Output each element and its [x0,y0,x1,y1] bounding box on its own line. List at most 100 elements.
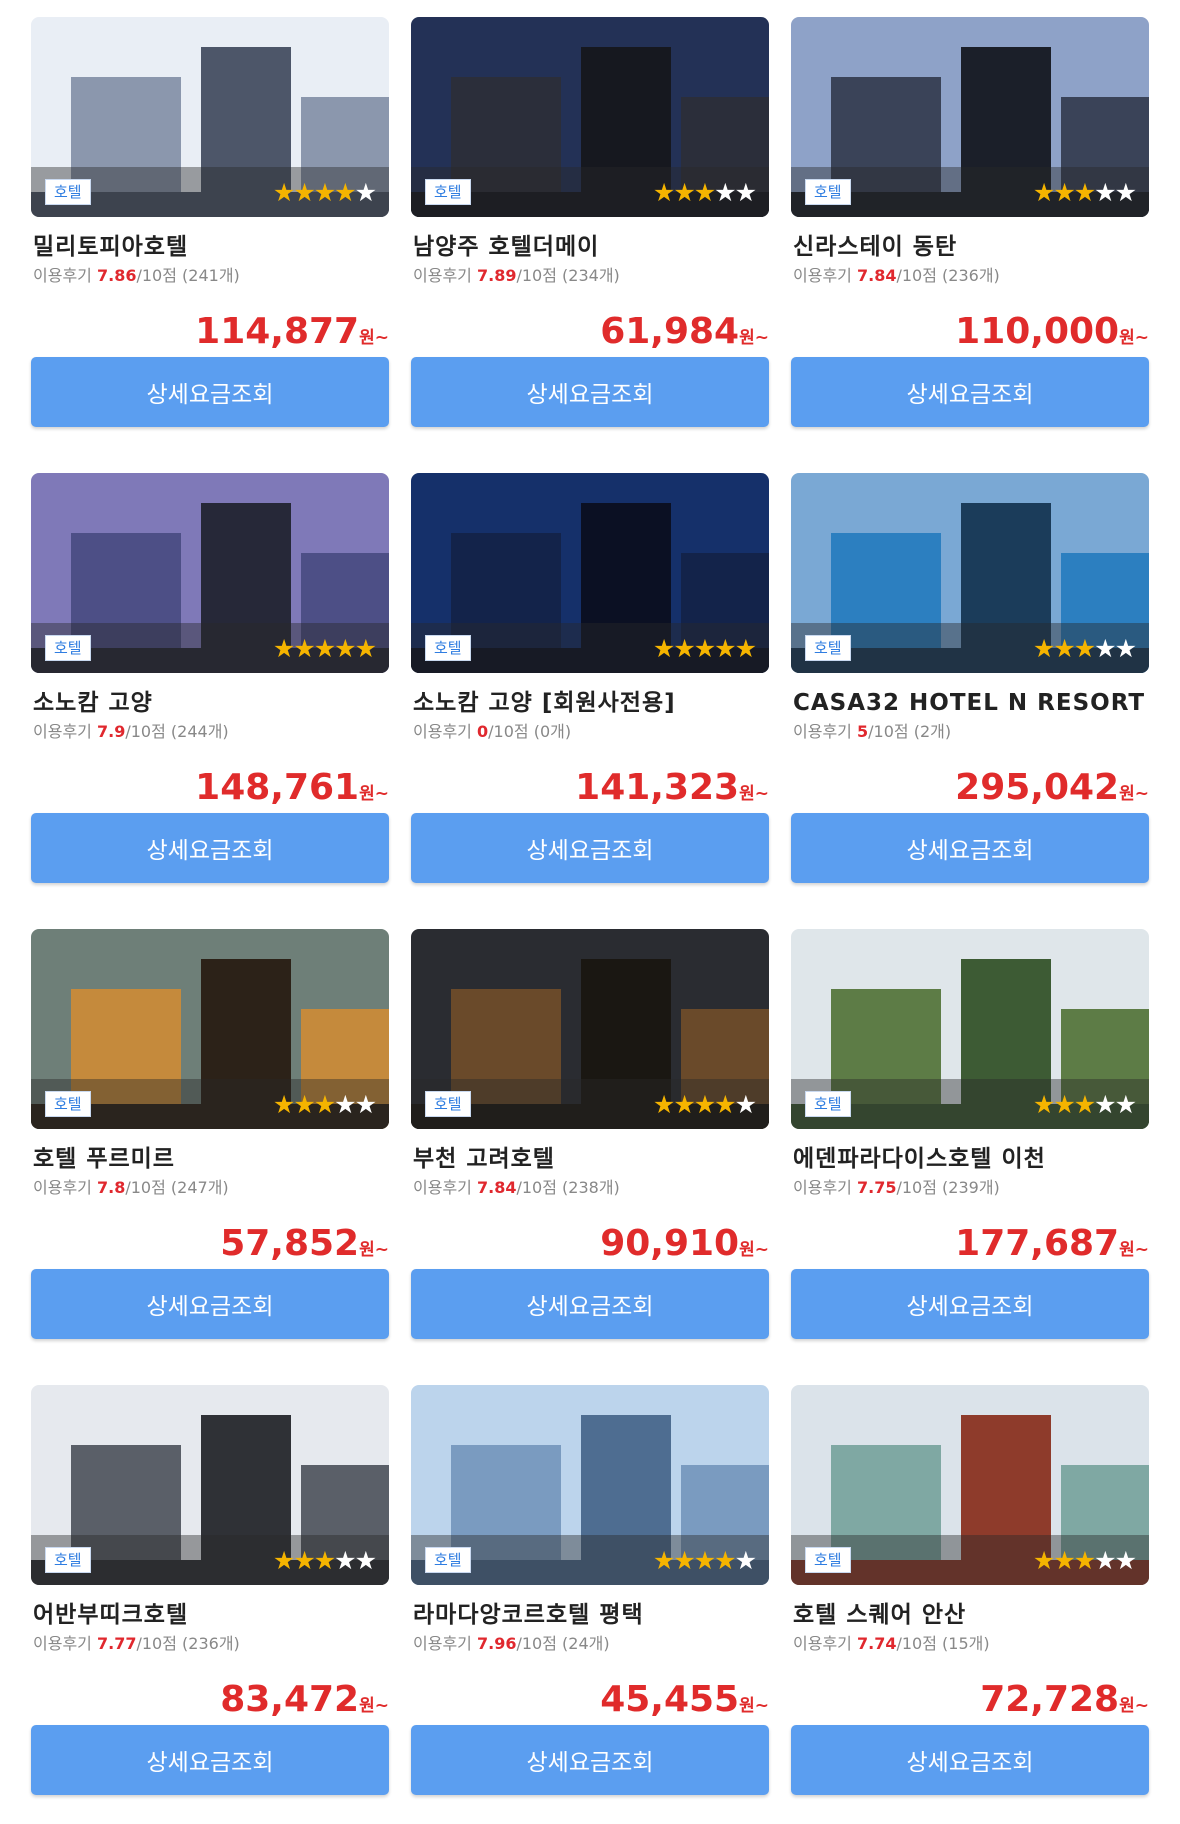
star-filled-icon: ★ [673,634,695,663]
star-filled-icon: ★ [313,1090,336,1119]
hotel-photo[interactable]: 호텔 ★★★★★ [791,1385,1149,1585]
review-count: (2개) [913,722,952,741]
detail-rate-button[interactable]: 상세요금조회 [411,813,769,883]
review-summary: 이용후기 7.74/10점 (15개) [793,1633,1149,1655]
hotel-name[interactable]: 호텔 푸르미르 [33,1143,389,1175]
hotel-card[interactable]: 호텔 ★★★★★ 호텔 푸르미르 이용후기 7.8/10점 (247개) 57,… [31,929,389,1343]
price-unit: 원~ [1119,1696,1149,1716]
type-badge: 호텔 [45,635,91,661]
type-badge: 호텔 [45,179,91,205]
price-unit: 원~ [739,1696,769,1716]
hotel-card[interactable]: 호텔 ★★★★★ 라마다앙코르호텔 평택 이용후기 7.96/10점 (24개)… [411,1385,769,1799]
hotel-card[interactable]: 호텔 ★★★★★ 소노캄 고양 이용후기 7.9/10점 (244개) 148,… [31,473,389,887]
hotel-photo[interactable]: 호텔 ★★★★★ [411,473,769,673]
price-row: 72,728원~ [791,1679,1149,1721]
detail-rate-button[interactable]: 상세요금조회 [791,813,1149,883]
hotel-grid: 호텔 ★★★★★ 밀리토피아호텔 이용후기 7.86/10점 (241개) 11… [0,0,1180,1799]
review-score: 7.89 [476,266,517,285]
detail-rate-button[interactable]: 상세요금조회 [791,1269,1149,1339]
hotel-photo[interactable]: 호텔 ★★★★★ [411,1385,769,1585]
hotel-card[interactable]: 호텔 ★★★★★ 호텔 스퀘어 안산 이용후기 7.74/10점 (15개) 7… [791,1385,1149,1799]
hotel-photo[interactable]: 호텔 ★★★★★ [791,929,1149,1129]
detail-rate-button[interactable]: 상세요금조회 [411,1725,769,1795]
price-row: 90,910원~ [411,1223,769,1265]
star-filled-icon: ★ [714,1546,736,1575]
score-suffix: /10점 [896,1178,937,1197]
hotel-name[interactable]: 남양주 호텔더메이 [413,231,769,263]
hotel-card[interactable]: 호텔 ★★★★★ 신라스테이 동탄 이용후기 7.84/10점 (236개) 1… [791,17,1149,431]
type-badge: 호텔 [45,1547,91,1573]
detail-rate-button[interactable]: 상세요금조회 [31,357,389,427]
hotel-card[interactable]: 호텔 ★★★★★ CASA32 HOTEL N RESORT 이용후기 5/10… [791,473,1149,887]
price-row: 295,042원~ [791,767,1149,809]
type-badge: 호텔 [805,179,851,205]
hotel-name[interactable]: 신라스테이 동탄 [793,231,1149,263]
detail-rate-button[interactable]: 상세요금조회 [791,1725,1149,1795]
hotel-name[interactable]: 부천 고려호텔 [413,1143,769,1175]
star-filled-icon: ★ [272,178,295,207]
hotel-name[interactable]: 에덴파라다이스호텔 이천 [793,1143,1149,1175]
score-suffix: /10점 [516,1178,557,1197]
review-summary: 이용후기 7.77/10점 (236개) [33,1633,389,1655]
hotel-photo[interactable]: 호텔 ★★★★★ [31,473,389,673]
hotel-card[interactable]: 호텔 ★★★★★ 부천 고려호텔 이용후기 7.84/10점 (238개) 90… [411,929,769,1343]
star-rating: ★★★★★ [653,179,757,207]
hotel-card[interactable]: 호텔 ★★★★★ 밀리토피아호텔 이용후기 7.86/10점 (241개) 11… [31,17,389,431]
hotel-photo[interactable]: 호텔 ★★★★★ [31,17,389,217]
review-count: (236개) [942,266,1000,285]
price-unit: 원~ [1119,1240,1149,1260]
review-count: (236개) [182,1634,240,1653]
star-empty-icon: ★ [1114,1090,1137,1119]
type-badge: 호텔 [425,179,471,205]
hotel-name[interactable]: 밀리토피아호텔 [33,231,389,263]
star-filled-icon: ★ [652,1090,675,1119]
hotel-name[interactable]: 라마다앙코르호텔 평택 [413,1599,769,1631]
star-empty-icon: ★ [1094,634,1116,663]
review-count: (15개) [942,1634,990,1653]
star-filled-icon: ★ [293,1546,315,1575]
score-suffix: /10점 [896,1634,937,1653]
star-filled-icon: ★ [313,634,336,663]
hotel-photo[interactable]: 호텔 ★★★★★ [791,473,1149,673]
detail-rate-button[interactable]: 상세요금조회 [31,1269,389,1339]
star-empty-icon: ★ [1094,1546,1116,1575]
price-amount: 141,323 [575,767,740,808]
star-filled-icon: ★ [354,634,377,663]
star-filled-icon: ★ [313,1546,336,1575]
hotel-photo[interactable]: 호텔 ★★★★★ [791,17,1149,217]
hotel-card[interactable]: 호텔 ★★★★★ 소노캄 고양 [회원사전용] 이용후기 0/10점 (0개) … [411,473,769,887]
hotel-photo[interactable]: 호텔 ★★★★★ [31,929,389,1129]
hotel-card[interactable]: 호텔 ★★★★★ 어반부띠크호텔 이용후기 7.77/10점 (236개) 83… [31,1385,389,1799]
hotel-photo[interactable]: 호텔 ★★★★★ [411,17,769,217]
star-filled-icon: ★ [1053,1546,1075,1575]
price-row: 45,455원~ [411,1679,769,1721]
hotel-name[interactable]: 호텔 스퀘어 안산 [793,1599,1149,1631]
price-row: 61,984원~ [411,311,769,353]
review-label: 이용후기 [793,266,852,285]
hotel-photo[interactable]: 호텔 ★★★★★ [31,1385,389,1585]
review-label: 이용후기 [413,1634,472,1653]
hotel-name[interactable]: 소노캄 고양 [33,687,389,719]
hotel-photo[interactable]: 호텔 ★★★★★ [411,929,769,1129]
score-suffix: /10점 [125,722,166,741]
star-empty-icon: ★ [354,178,377,207]
price-unit: 원~ [739,328,769,348]
hotel-card[interactable]: 호텔 ★★★★★ 에덴파라다이스호텔 이천 이용후기 7.75/10점 (239… [791,929,1149,1343]
hotel-name[interactable]: 어반부띠크호텔 [33,1599,389,1631]
star-empty-icon: ★ [354,1090,377,1119]
hotel-name[interactable]: CASA32 HOTEL N RESORT [793,687,1149,719]
detail-rate-button[interactable]: 상세요금조회 [31,813,389,883]
star-filled-icon: ★ [693,1546,716,1575]
detail-rate-button[interactable]: 상세요금조회 [411,1269,769,1339]
star-rating: ★★★★★ [273,1090,377,1119]
hotel-name[interactable]: 소노캄 고양 [회원사전용] [413,687,769,719]
review-score: 7.86 [96,266,137,285]
score-suffix: /10점 [516,1634,557,1653]
review-count: (244개) [170,722,229,741]
detail-rate-button[interactable]: 상세요금조회 [411,357,769,427]
detail-rate-button[interactable]: 상세요금조회 [31,1725,389,1795]
star-filled-icon: ★ [714,1090,736,1119]
hotel-card[interactable]: 호텔 ★★★★★ 남양주 호텔더메이 이용후기 7.89/10점 (234개) … [411,17,769,431]
detail-rate-button[interactable]: 상세요금조회 [791,357,1149,427]
review-summary: 이용후기 0/10점 (0개) [413,721,769,743]
